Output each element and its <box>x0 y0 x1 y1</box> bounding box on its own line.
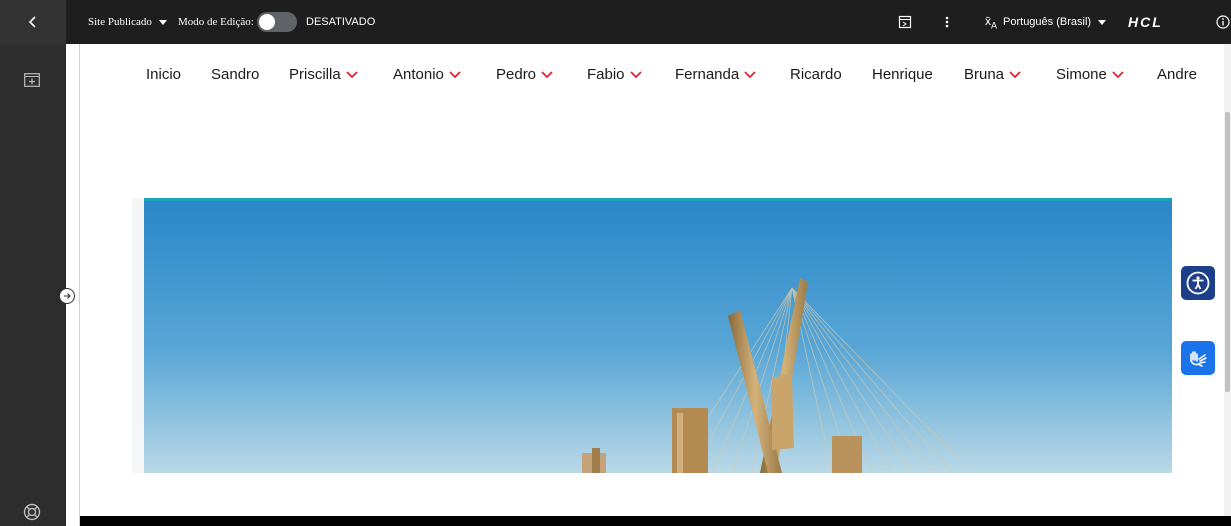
nav-item-label: Inicio <box>146 66 182 83</box>
chevron-down-icon <box>744 70 756 78</box>
chevron-down-icon <box>346 70 358 78</box>
nav-item-label: Fernanda <box>675 66 740 83</box>
nav-item-ricardo[interactable]: Ricardo <box>790 66 842 83</box>
help-button[interactable] <box>22 502 42 522</box>
chevron-down-icon <box>541 70 553 78</box>
back-button[interactable] <box>0 0 66 44</box>
hcl-logo: HCL <box>1128 14 1163 30</box>
site-status-dropdown[interactable]: Site Publicado <box>88 0 167 44</box>
bridge-illustration <box>144 198 1172 473</box>
more-vertical-icon <box>945 16 949 28</box>
nav-item-label: Ricardo <box>790 66 842 83</box>
nav-item-simone[interactable]: Simone <box>1056 66 1125 83</box>
add-panel-icon <box>24 73 40 87</box>
nav-item-label: Andre <box>1157 66 1198 83</box>
nav-item-antonio[interactable]: Antonio <box>393 66 462 83</box>
left-rail <box>0 44 66 526</box>
main-navigation: Inicio Sandro Priscilla Antonio Pedro Fa… <box>80 44 1220 108</box>
content-edge <box>66 44 80 526</box>
nav-item-fabio[interactable]: Fabio <box>587 66 643 83</box>
accessibility-button[interactable] <box>1181 266 1215 300</box>
preview-button[interactable] <box>898 0 912 44</box>
sign-language-hands-icon <box>1190 351 1207 367</box>
language-label: Português (Brasil) <box>1003 16 1092 28</box>
nav-item-sandro[interactable]: Sandro <box>211 66 259 83</box>
expand-panel-button[interactable] <box>59 288 75 304</box>
preview-icon <box>898 15 912 29</box>
add-panel-button[interactable] <box>22 70 42 90</box>
chevron-down-icon <box>629 70 642 78</box>
top-toolbar: Site Publicado Modo de Edição: DESATIVAD… <box>0 0 1231 44</box>
edit-mode-toggle[interactable] <box>257 0 297 44</box>
translate-icon: x̄A <box>985 13 998 31</box>
arrow-right-circle-icon <box>64 293 71 299</box>
nav-item-label: Priscilla <box>289 66 341 83</box>
page-scrollbar-thumb[interactable] <box>1225 112 1230 392</box>
chevron-down-icon <box>1009 70 1021 78</box>
language-selector[interactable]: x̄A Português (Brasil) <box>985 0 1107 44</box>
nav-item-bruna[interactable]: Bruna <box>964 66 1022 83</box>
nav-item-pedro[interactable]: Pedro <box>496 66 554 83</box>
caret-down-icon <box>158 19 167 25</box>
nav-item-label: Antonio <box>393 66 444 83</box>
chevron-down-icon <box>1112 70 1124 78</box>
hero-banner-image[interactable] <box>132 198 1172 473</box>
nav-item-priscilla[interactable]: Priscilla <box>289 66 359 83</box>
nav-item-fernanda[interactable]: Fernanda <box>675 66 757 83</box>
nav-item-label: Pedro <box>496 66 537 83</box>
nav-item-label: Sandro <box>211 66 260 83</box>
chevron-left-icon <box>28 16 36 28</box>
sign-language-button[interactable] <box>1181 341 1215 375</box>
nav-item-label: Fabio <box>587 66 625 83</box>
info-icon <box>1216 15 1230 29</box>
chevron-down-icon <box>449 70 461 78</box>
nav-item-henrique[interactable]: Henrique <box>872 66 933 83</box>
info-button[interactable] <box>1216 0 1230 44</box>
edit-mode-state: DESATIVADO <box>306 16 376 28</box>
nav-item-inicio[interactable]: Inicio <box>146 66 181 83</box>
nav-item-label: Simone <box>1056 66 1107 83</box>
more-options-button[interactable] <box>944 0 950 44</box>
edit-mode-label: Modo de Edição: <box>178 16 254 28</box>
footer-strip <box>80 516 1231 526</box>
caret-down-icon <box>1098 19 1107 25</box>
nav-item-label: Henrique <box>872 66 933 83</box>
nav-item-label: Bruna <box>964 66 1005 83</box>
lifebuoy-icon <box>23 503 41 521</box>
nav-item-andre[interactable]: Andre <box>1157 66 1197 83</box>
accessibility-icon <box>1186 271 1210 295</box>
site-status-label: Site Publicado <box>88 16 152 28</box>
